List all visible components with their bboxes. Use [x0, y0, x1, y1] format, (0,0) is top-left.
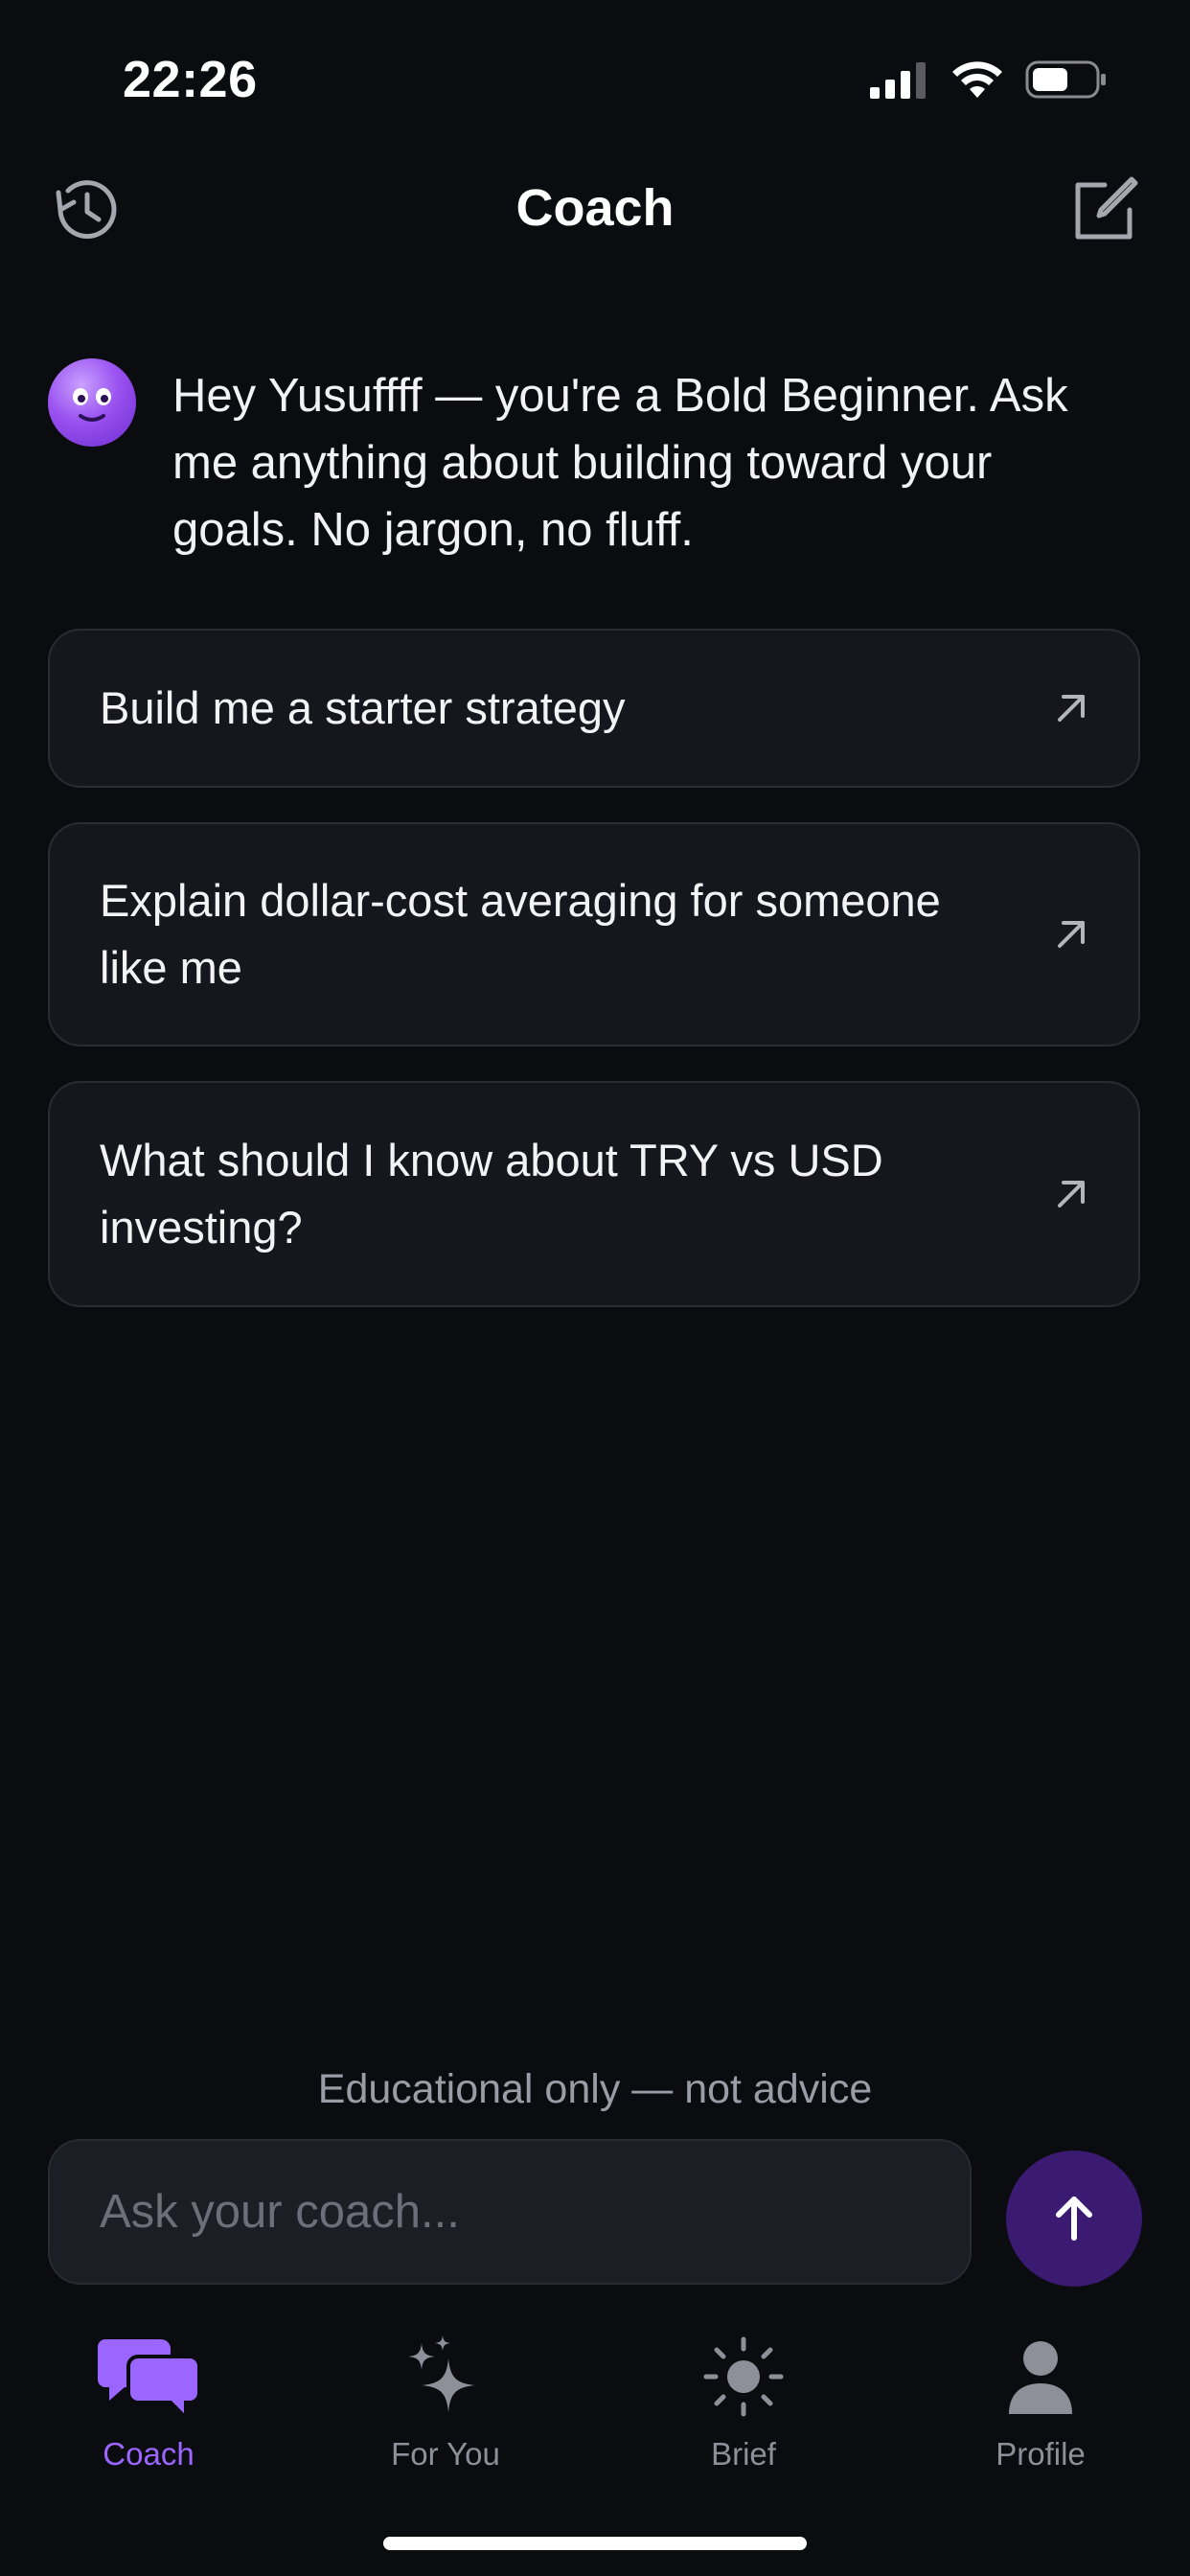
tab-brief[interactable]: Brief	[638, 2331, 849, 2472]
arrow-up-right-icon	[1058, 921, 1085, 948]
suggestion-label: What should I know about TRY vs USD inve…	[100, 1135, 883, 1253]
cellular-signal-icon	[870, 62, 926, 99]
message-input-placeholder: Ask your coach...	[100, 2186, 460, 2238]
wifi-icon	[952, 61, 1002, 98]
home-indicator[interactable]	[383, 2537, 807, 2550]
coach-avatar	[48, 358, 136, 447]
person-icon	[983, 2331, 1098, 2423]
new-chat-button[interactable]	[1060, 167, 1146, 253]
suggestion-card[interactable]: What should I know about TRY vs USD inve…	[48, 1081, 1140, 1307]
tab-profile[interactable]: Profile	[935, 2331, 1146, 2472]
tab-label: For You	[391, 2436, 500, 2472]
tab-label: Profile	[995, 2436, 1086, 2472]
smiley-face-icon	[73, 388, 111, 422]
message-input[interactable]: Ask your coach...	[48, 2139, 972, 2285]
battery-icon	[1025, 60, 1106, 99]
tab-label: Coach	[103, 2436, 195, 2472]
arrow-up-icon	[1056, 2196, 1092, 2241]
chat-bubbles-icon	[91, 2331, 206, 2423]
compose-icon	[1075, 176, 1138, 240]
status-icons	[870, 56, 1108, 104]
arrow-up-right-icon	[1058, 1181, 1085, 1208]
tab-for-you[interactable]: For You	[340, 2331, 551, 2472]
suggestion-card[interactable]: Explain dollar-cost averaging for someon…	[48, 822, 1140, 1046]
sun-icon	[686, 2331, 801, 2423]
disclaimer-text: Educational only — not advice	[317, 2066, 873, 2112]
arrow-up-right-icon	[1058, 695, 1085, 722]
sparkles-icon	[388, 2331, 503, 2423]
page-title: Coach	[515, 179, 675, 237]
coach-greeting: Hey Yusuffff — you're a Bold Beginner. A…	[172, 370, 1068, 556]
status-time: 22:26	[123, 51, 258, 108]
suggestion-label: Build me a starter strategy	[100, 682, 626, 733]
suggestion-card[interactable]: Build me a starter strategy	[48, 629, 1140, 788]
send-button[interactable]	[1006, 2150, 1142, 2287]
tab-label: Brief	[711, 2436, 776, 2472]
suggestion-label: Explain dollar-cost averaging for someon…	[100, 875, 941, 993]
tab-coach[interactable]: Coach	[43, 2331, 254, 2472]
